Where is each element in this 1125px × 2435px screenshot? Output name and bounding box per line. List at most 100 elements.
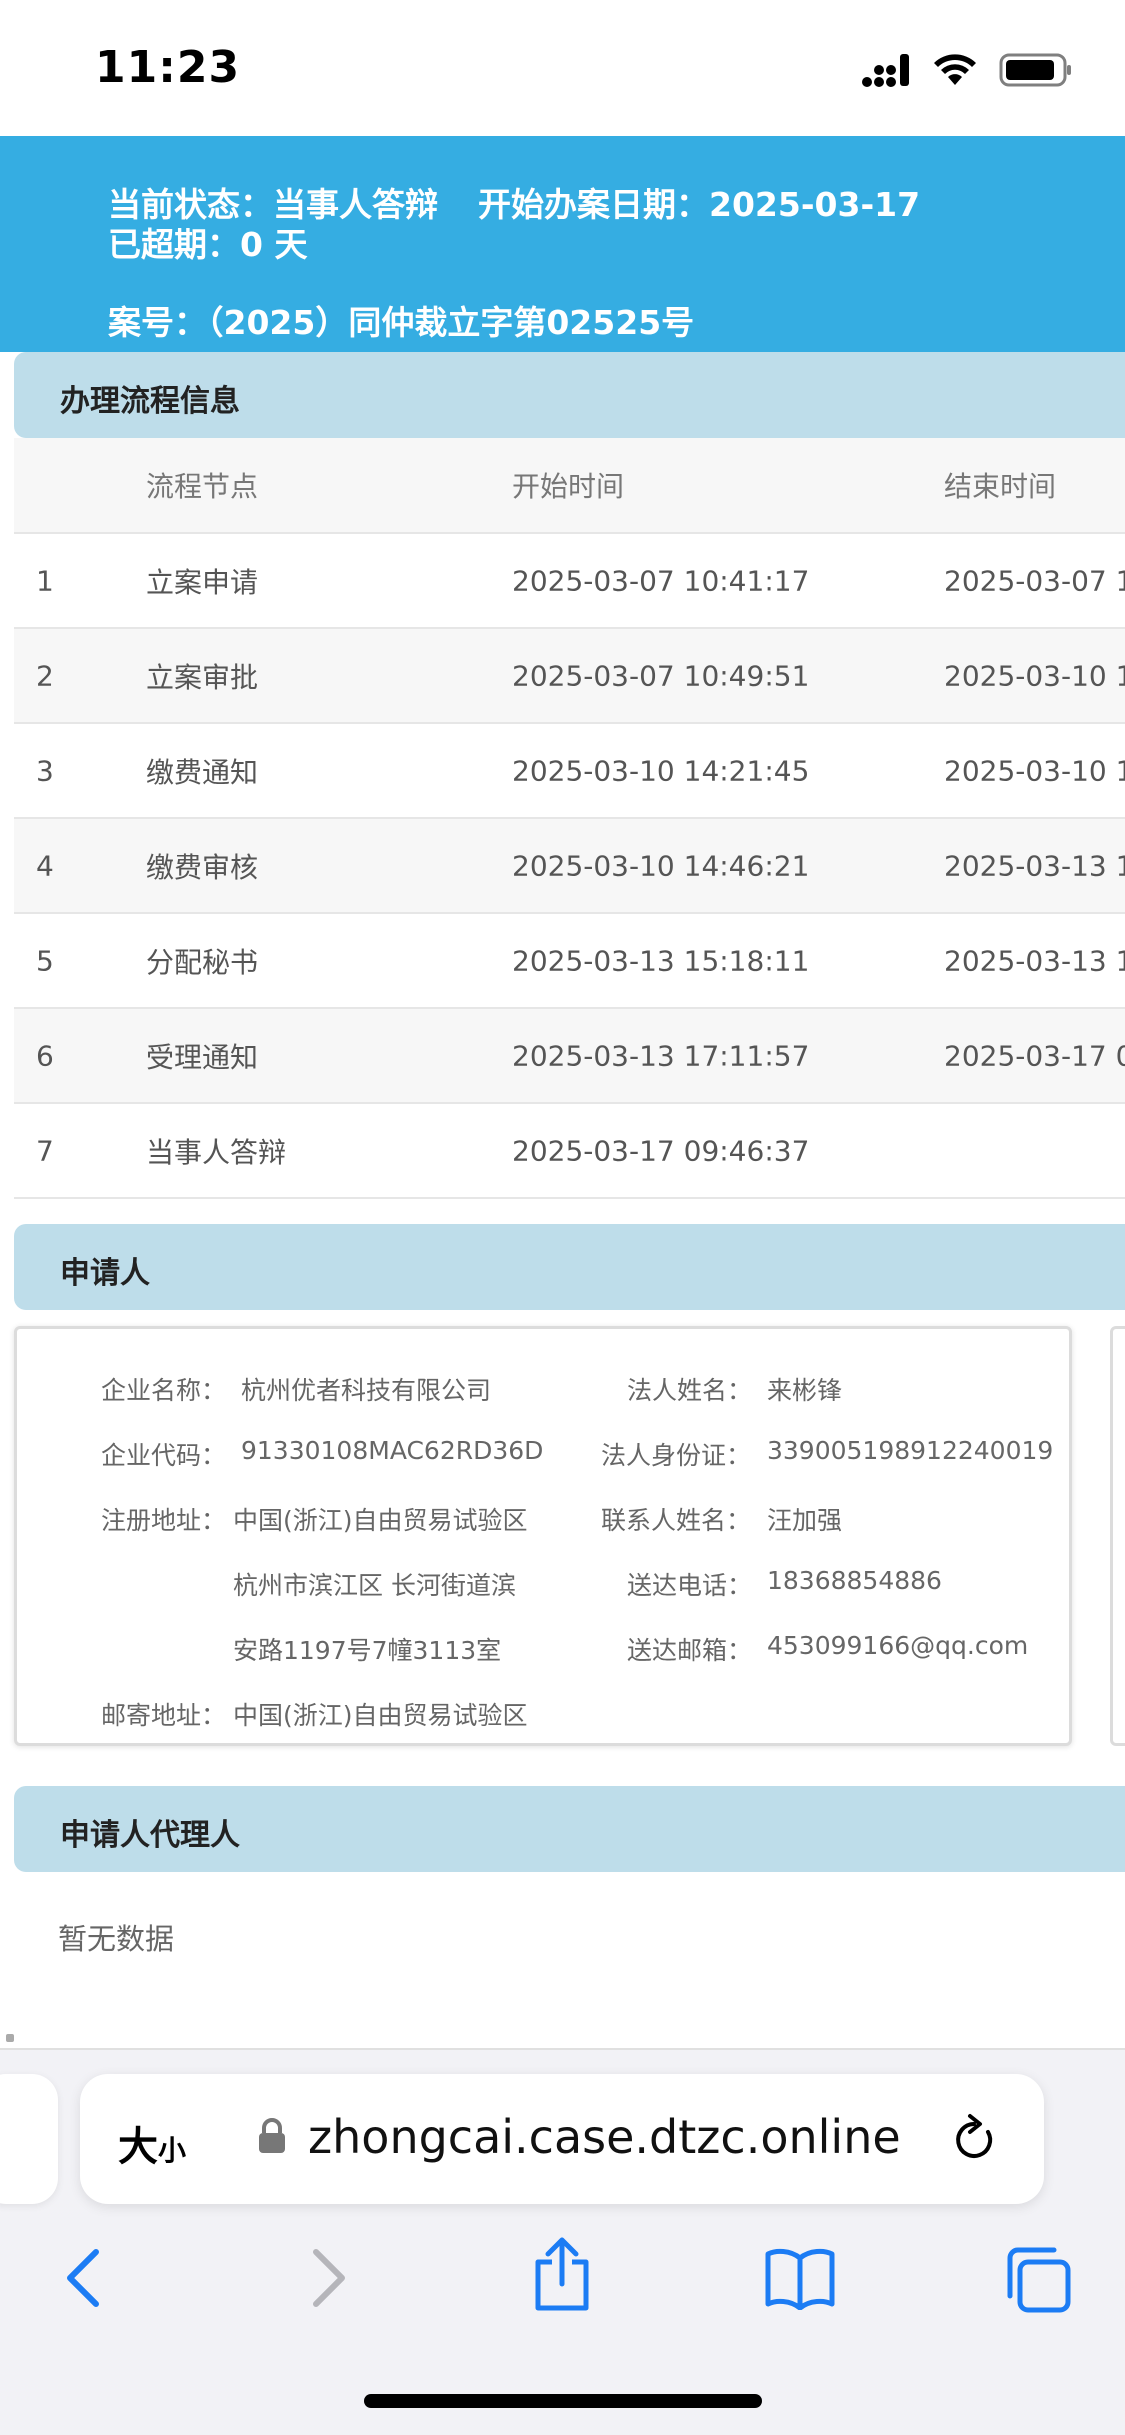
applicant-section-header: 申请人 [14,1224,1125,1310]
agent-empty-text: 暂无数据 [58,1922,175,1956]
row-start-time: 2025-03-07 10:49:51 [512,659,810,692]
legal-name-value: 来彬锋 [767,1376,843,1405]
row-node: 立案申请 [146,565,259,599]
address-bar[interactable]: 大小 zhongcai.case.dtzc.online [80,2074,1044,2204]
previous-tab-preview[interactable] [0,2074,58,2204]
reg-address-line2: 杭州市滨江区 长河街道滨 [233,1571,516,1600]
row-number: 2 [36,659,54,692]
row-start-time: 2025-03-17 09:46:37 [512,1134,810,1167]
email-value: 453099166@qq.com [767,1631,1029,1660]
row-number: 5 [36,944,54,977]
case-number-value: （2025）同仲裁立字第02525号 [207,303,695,342]
table-row: 3 缴费通知 2025-03-10 14:21:45 2025-03-10 1 [14,724,1125,819]
overdue-label: 已超期： [108,225,240,264]
applicant-card-next [1110,1326,1125,1746]
text-size-small-glyph: 小 [158,2134,187,2167]
applicant-card: 企业名称： 杭州优者科技有限公司 企业代码： 91330108MAC62RD36… [14,1326,1072,1746]
browser-toolbar: 大小 zhongcai.case.dtzc.online [0,2048,1125,2435]
reg-address-label: 注册地址： [101,1506,227,1535]
row-start-time: 2025-03-13 15:18:11 [512,944,810,977]
row-end-time: 2025-03-13 1 [944,849,1125,882]
text-size-button[interactable]: 大小 [118,2114,186,2172]
url-text[interactable]: zhongcai.case.dtzc.online [308,2110,901,2164]
agent-section-header: 申请人代理人 [14,1786,1125,1872]
column-header-node: 流程节点 [146,470,259,503]
row-number: 3 [36,754,54,787]
legal-name-label: 法人姓名： [627,1376,753,1405]
table-row: 1 立案申请 2025-03-07 10:41:17 2025-03-07 1 [14,534,1125,629]
row-start-time: 2025-03-10 14:21:45 [512,754,810,787]
row-node: 缴费审核 [146,850,259,884]
tabs-icon[interactable] [1004,2246,1072,2314]
mail-address-label: 邮寄地址： [101,1701,227,1730]
share-icon[interactable] [530,2236,594,2312]
phone-label: 送达电话： [627,1571,753,1600]
row-end-time: 2025-03-07 1 [944,564,1125,597]
start-date-value: 2025-03-17 [709,185,921,224]
back-icon[interactable] [62,2246,106,2310]
row-start-time: 2025-03-13 17:11:57 [512,1039,810,1072]
table-row: 4 缴费审核 2025-03-10 14:46:21 2025-03-13 1 [14,819,1125,914]
row-end-time: 2025-03-13 1 [944,944,1125,977]
row-number: 6 [36,1039,54,1072]
wifi-icon [934,54,976,85]
row-start-time: 2025-03-07 10:41:17 [512,564,810,597]
status-time: 11:23 [95,42,241,93]
row-node: 分配秘书 [146,945,259,979]
row-number: 1 [36,564,54,597]
table-row: 2 立案审批 2025-03-07 10:49:51 2025-03-10 1 [14,629,1125,724]
bottom-navigation [0,2232,1125,2342]
column-header-end: 结束时间 [944,470,1057,503]
overdue-value: 0 天 [240,225,308,264]
agent-section-title: 申请人代理人 [60,1818,240,1853]
case-status-header: 当前状态：当事人答辩 开始办案日期：2025-03-17 已超期：0 天 案号：（… [0,136,1125,352]
cellular-signal-icon [862,54,909,87]
overdue-line: 已超期：0 天 [108,218,307,266]
bookmarks-icon[interactable] [764,2246,836,2310]
row-number: 4 [36,849,54,882]
status-bar: 11:23 [0,0,1125,136]
status-icons [861,50,1073,90]
scroll-indicator [6,2034,14,2042]
email-label: 送达邮箱： [627,1636,753,1665]
case-number-label: 案号： [108,303,207,342]
lock-icon [259,2118,285,2153]
table-row: 6 受理通知 2025-03-13 17:11:57 2025-03-17 0 [14,1009,1125,1104]
row-end-time: 2025-03-10 1 [944,659,1125,692]
column-header-start: 开始时间 [512,470,625,503]
contact-name-value: 汪加强 [767,1506,843,1535]
company-name-label: 企业名称： [101,1376,227,1405]
row-number: 7 [36,1134,54,1167]
table-row: 5 分配秘书 2025-03-13 15:18:11 2025-03-13 1 [14,914,1125,1009]
text-size-large-glyph: 大 [118,2124,158,2170]
start-date-label: 开始办案日期： [478,185,709,224]
row-node: 立案审批 [146,660,259,694]
case-number-line: 案号：（2025）同仲裁立字第02525号 [108,296,694,344]
home-indicator [364,2394,762,2408]
legal-id-value: 339005198912240019 [767,1436,1054,1465]
company-name-value: 杭州优者科技有限公司 [241,1376,492,1405]
reload-icon[interactable] [950,2112,998,2164]
forward-icon[interactable] [306,2246,350,2310]
reg-address-line3: 安路1197号7幢3113室 [233,1636,502,1665]
contact-name-label: 联系人姓名： [601,1506,752,1535]
process-section-title: 办理流程信息 [60,384,240,419]
mail-address-value: 中国(浙江)自由贸易试验区 [233,1701,528,1730]
applicant-section-title: 申请人 [60,1256,150,1291]
row-node: 当事人答辩 [146,1135,287,1169]
row-start-time: 2025-03-10 14:46:21 [512,849,810,882]
row-node: 受理通知 [146,1040,259,1074]
row-node: 缴费通知 [146,755,259,789]
row-end-time: 2025-03-17 0 [944,1039,1125,1072]
table-row: 7 当事人答辩 2025-03-17 09:46:37 [14,1104,1125,1199]
phone-value: 18368854886 [767,1566,942,1595]
company-code-label: 企业代码： [101,1441,227,1470]
row-end-time: 2025-03-10 1 [944,754,1125,787]
battery-icon [999,53,1071,87]
reg-address-line1: 中国(浙江)自由贸易试验区 [233,1506,528,1535]
legal-id-label: 法人身份证： [601,1441,752,1470]
company-code-value: 91330108MAC62RD36D [241,1436,544,1465]
process-section-header: 办理流程信息 [14,352,1125,438]
process-table: 流程节点 开始时间 结束时间 1 立案申请 2025-03-07 10:41:1… [14,438,1125,1199]
table-header-row: 流程节点 开始时间 结束时间 [14,438,1125,534]
